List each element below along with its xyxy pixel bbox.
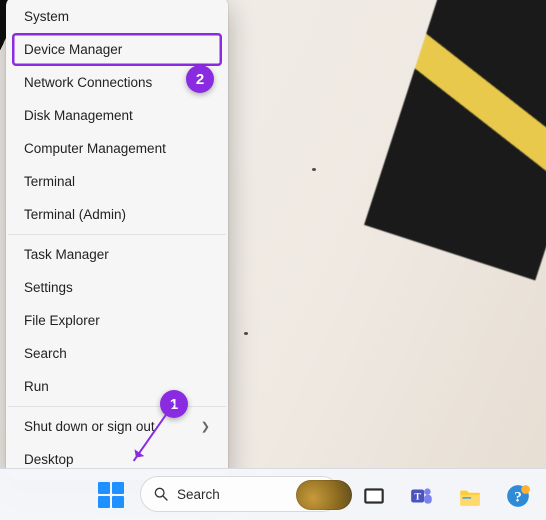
taskbar-widgets-icon[interactable] xyxy=(296,480,352,510)
menu-item-file-explorer[interactable]: File Explorer xyxy=(6,304,228,337)
svg-text:?: ? xyxy=(514,488,522,505)
search-placeholder: Search xyxy=(177,487,220,502)
annotation-badge-2: 2 xyxy=(186,65,214,93)
menu-separator xyxy=(8,234,226,235)
svg-text:T: T xyxy=(414,491,421,502)
taskbar-task-view[interactable] xyxy=(356,478,392,514)
help-icon: ? xyxy=(505,483,531,509)
menu-item-disk-management[interactable]: Disk Management xyxy=(6,99,228,132)
task-view-icon xyxy=(361,483,387,509)
taskbar-app-teams[interactable]: T xyxy=(404,478,440,514)
menu-item-system[interactable]: System xyxy=(6,0,228,33)
menu-item-run[interactable]: Run xyxy=(6,370,228,403)
teams-icon: T xyxy=(409,483,435,509)
start-button[interactable] xyxy=(94,478,128,512)
menu-item-settings[interactable]: Settings xyxy=(6,271,228,304)
menu-item-search[interactable]: Search xyxy=(6,337,228,370)
taskbar-app-explorer[interactable] xyxy=(452,478,488,514)
menu-item-device-manager[interactable]: Device Manager xyxy=(12,33,222,66)
taskbar: Search T ? xyxy=(0,468,546,520)
menu-item-terminal[interactable]: Terminal xyxy=(6,165,228,198)
menu-separator xyxy=(8,406,226,407)
menu-item-terminal-admin[interactable]: Terminal (Admin) xyxy=(6,198,228,231)
windows-logo-icon xyxy=(98,482,124,508)
taskbar-app-help[interactable]: ? xyxy=(500,478,536,514)
menu-item-computer-management[interactable]: Computer Management xyxy=(6,132,228,165)
menu-item-task-manager[interactable]: Task Manager xyxy=(6,238,228,271)
file-explorer-icon xyxy=(457,483,483,509)
menu-item-shutdown[interactable]: Shut down or sign out ❯ xyxy=(6,410,228,443)
chevron-right-icon: ❯ xyxy=(201,420,210,433)
search-icon xyxy=(153,486,169,502)
